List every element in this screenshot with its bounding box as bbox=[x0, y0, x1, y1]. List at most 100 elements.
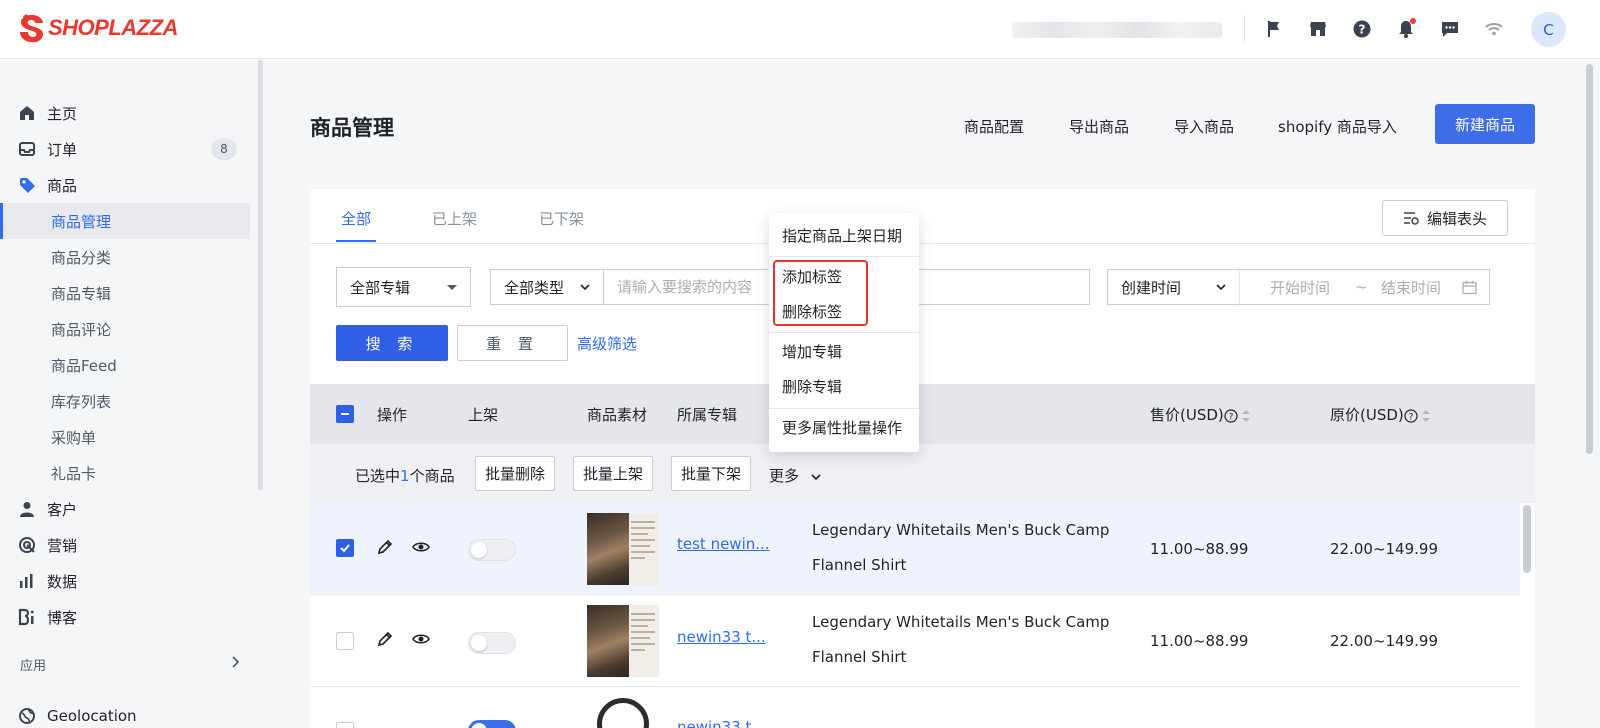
export-products-link[interactable]: 导出商品 bbox=[1069, 116, 1129, 137]
date-type-select[interactable]: 创建时间 bbox=[1107, 269, 1240, 305]
table-settings-icon bbox=[1403, 212, 1419, 225]
brand-logo[interactable]: SHOPLAZZA bbox=[18, 12, 178, 44]
column-header-compare-price-label: 原价(USD) bbox=[1330, 406, 1404, 424]
selected-count: 1 bbox=[400, 467, 410, 485]
row-checkbox[interactable] bbox=[336, 722, 354, 728]
chevron-right-icon[interactable] bbox=[229, 655, 241, 669]
tab-all[interactable]: 全部 bbox=[341, 208, 371, 229]
product-settings-link[interactable]: 商品配置 bbox=[964, 116, 1024, 137]
flag-icon[interactable] bbox=[1263, 18, 1285, 40]
sidebar-item-product-management[interactable]: 商品管理 bbox=[0, 203, 250, 239]
more-actions-button[interactable]: 更多 bbox=[769, 465, 822, 486]
sidebar-item-label: Geolocation bbox=[47, 707, 137, 725]
user-icon bbox=[18, 500, 36, 518]
sidebar-item-product-feed[interactable]: 商品Feed bbox=[0, 347, 250, 383]
tab-published[interactable]: 已上架 bbox=[432, 208, 477, 229]
sidebar-item-purchase-orders[interactable]: 采购单 bbox=[0, 419, 250, 455]
product-name[interactable]: Legendary Whitetails Men's Buck Camp Fla… bbox=[812, 513, 1112, 583]
publish-toggle[interactable] bbox=[468, 539, 516, 561]
bell-icon[interactable] bbox=[1395, 18, 1417, 40]
tag-icon bbox=[18, 176, 36, 194]
column-header-compare-price[interactable]: 原价(USD)? bbox=[1330, 404, 1430, 425]
menu-item-add-collection[interactable]: 增加专辑 bbox=[782, 341, 842, 362]
help-icon[interactable]: ? bbox=[1351, 18, 1373, 40]
price-cell: 11.00~88.99 bbox=[1150, 540, 1249, 558]
search-button[interactable]: 搜 索 bbox=[336, 325, 448, 361]
edit-table-header-label: 编辑表头 bbox=[1426, 209, 1487, 228]
selected-prefix: 已选中 bbox=[355, 467, 401, 485]
sidebar-scrollbar[interactable] bbox=[258, 60, 263, 490]
tag-actions-highlight bbox=[773, 260, 868, 326]
collection-select[interactable]: 全部专辑 bbox=[336, 267, 471, 307]
collection-link[interactable]: newin33 t... bbox=[677, 628, 766, 646]
batch-publish-button[interactable]: 批量上架 bbox=[573, 456, 653, 491]
sidebar-item-products[interactable]: 商品 bbox=[0, 167, 250, 203]
eye-icon[interactable] bbox=[412, 630, 430, 648]
menu-item-schedule-publish[interactable]: 指定商品上架日期 bbox=[782, 225, 902, 246]
page-scrollbar[interactable] bbox=[1586, 64, 1593, 454]
sidebar-item-product-collections[interactable]: 商品专辑 bbox=[0, 275, 250, 311]
sidebar-item-label: 数据 bbox=[47, 572, 78, 591]
date-range-picker[interactable]: 开始时间 ~ 结束时间 bbox=[1239, 269, 1490, 305]
batch-delete-button[interactable]: 批量删除 bbox=[475, 456, 555, 491]
wifi-icon[interactable] bbox=[1483, 18, 1505, 40]
tab-unpublished[interactable]: 已下架 bbox=[539, 208, 584, 229]
table-scrollbar[interactable] bbox=[1523, 505, 1531, 573]
menu-item-more-bulk-attributes[interactable]: 更多属性批量操作 bbox=[782, 417, 902, 438]
publish-toggle[interactable] bbox=[468, 720, 516, 728]
message-icon[interactable] bbox=[1439, 18, 1461, 40]
sort-icon[interactable] bbox=[1421, 409, 1430, 423]
row-checkbox[interactable] bbox=[336, 539, 354, 557]
shopify-import-link[interactable]: shopify 商品导入 bbox=[1278, 116, 1397, 137]
store-name-blurred[interactable] bbox=[1012, 22, 1222, 38]
select-all-checkbox[interactable] bbox=[336, 405, 354, 423]
sidebar-item-customers[interactable]: 客户 bbox=[0, 491, 250, 527]
sidebar-item-home[interactable]: 主页 bbox=[0, 95, 250, 131]
column-header-price[interactable]: 售价(USD)? bbox=[1150, 404, 1250, 425]
sidebar-item-orders[interactable]: 订单 8 bbox=[0, 131, 250, 167]
product-image bbox=[587, 513, 629, 585]
product-name[interactable]: Legendary Whitetails Men's Buck Camp Fla… bbox=[812, 605, 1112, 675]
user-avatar[interactable]: C bbox=[1531, 12, 1566, 47]
chevron-down-icon bbox=[1216, 284, 1226, 291]
sidebar-item-gift-cards[interactable]: 礼品卡 bbox=[0, 455, 250, 491]
end-date[interactable]: 结束时间 bbox=[1381, 277, 1441, 298]
sidebar-item-geolocation[interactable]: Geolocation bbox=[0, 698, 250, 728]
publish-toggle[interactable] bbox=[468, 632, 516, 654]
row-checkbox[interactable] bbox=[336, 632, 354, 650]
type-select[interactable]: 全部类型 bbox=[490, 269, 604, 305]
edit-table-header-button[interactable]: 编辑表头 bbox=[1382, 200, 1508, 236]
sidebar-item-product-categories[interactable]: 商品分类 bbox=[0, 239, 250, 275]
reset-button[interactable]: 重 置 bbox=[457, 325, 568, 361]
sidebar-item-inventory[interactable]: 库存列表 bbox=[0, 383, 250, 419]
sidebar-item-label: 商品评论 bbox=[51, 320, 112, 339]
collection-link[interactable]: test newin... bbox=[677, 535, 770, 553]
sidebar-item-label: 库存列表 bbox=[51, 392, 112, 411]
product-thumbnail[interactable] bbox=[587, 513, 659, 585]
store-icon[interactable] bbox=[1307, 18, 1329, 40]
edit-pencil-icon[interactable] bbox=[376, 630, 394, 648]
sidebar-item-label: 商品分类 bbox=[51, 248, 112, 267]
product-thumbnail[interactable] bbox=[587, 605, 659, 677]
sidebar-item-analytics[interactable]: 数据 bbox=[0, 563, 250, 599]
new-product-button[interactable]: 新建商品 bbox=[1435, 104, 1535, 144]
question-circle-icon[interactable]: ? bbox=[1404, 408, 1418, 423]
active-tab-indicator bbox=[336, 240, 376, 242]
sidebar-item-label: 商品 bbox=[47, 176, 78, 195]
edit-pencil-icon[interactable] bbox=[376, 538, 394, 556]
product-name-line: Flannel Shirt bbox=[812, 556, 907, 574]
advanced-filter-link[interactable]: 高级筛选 bbox=[577, 333, 637, 354]
column-header-action: 操作 bbox=[377, 406, 408, 424]
sort-icon[interactable] bbox=[1241, 409, 1250, 423]
import-products-link[interactable]: 导入商品 bbox=[1174, 116, 1234, 137]
sidebar-item-marketing[interactable]: 营销 bbox=[0, 527, 250, 563]
collection-link[interactable]: newin33 t... bbox=[677, 718, 766, 728]
sidebar-item-product-reviews[interactable]: 商品评论 bbox=[0, 311, 250, 347]
eye-icon[interactable] bbox=[412, 538, 430, 556]
start-date[interactable]: 开始时间 bbox=[1270, 277, 1330, 298]
menu-item-remove-collection[interactable]: 删除专辑 bbox=[782, 376, 842, 397]
question-circle-icon[interactable]: ? bbox=[1224, 408, 1238, 423]
batch-unpublish-button[interactable]: 批量下架 bbox=[671, 456, 751, 491]
sidebar-item-blog[interactable]: 博客 bbox=[0, 599, 250, 635]
chart-icon bbox=[18, 572, 36, 590]
